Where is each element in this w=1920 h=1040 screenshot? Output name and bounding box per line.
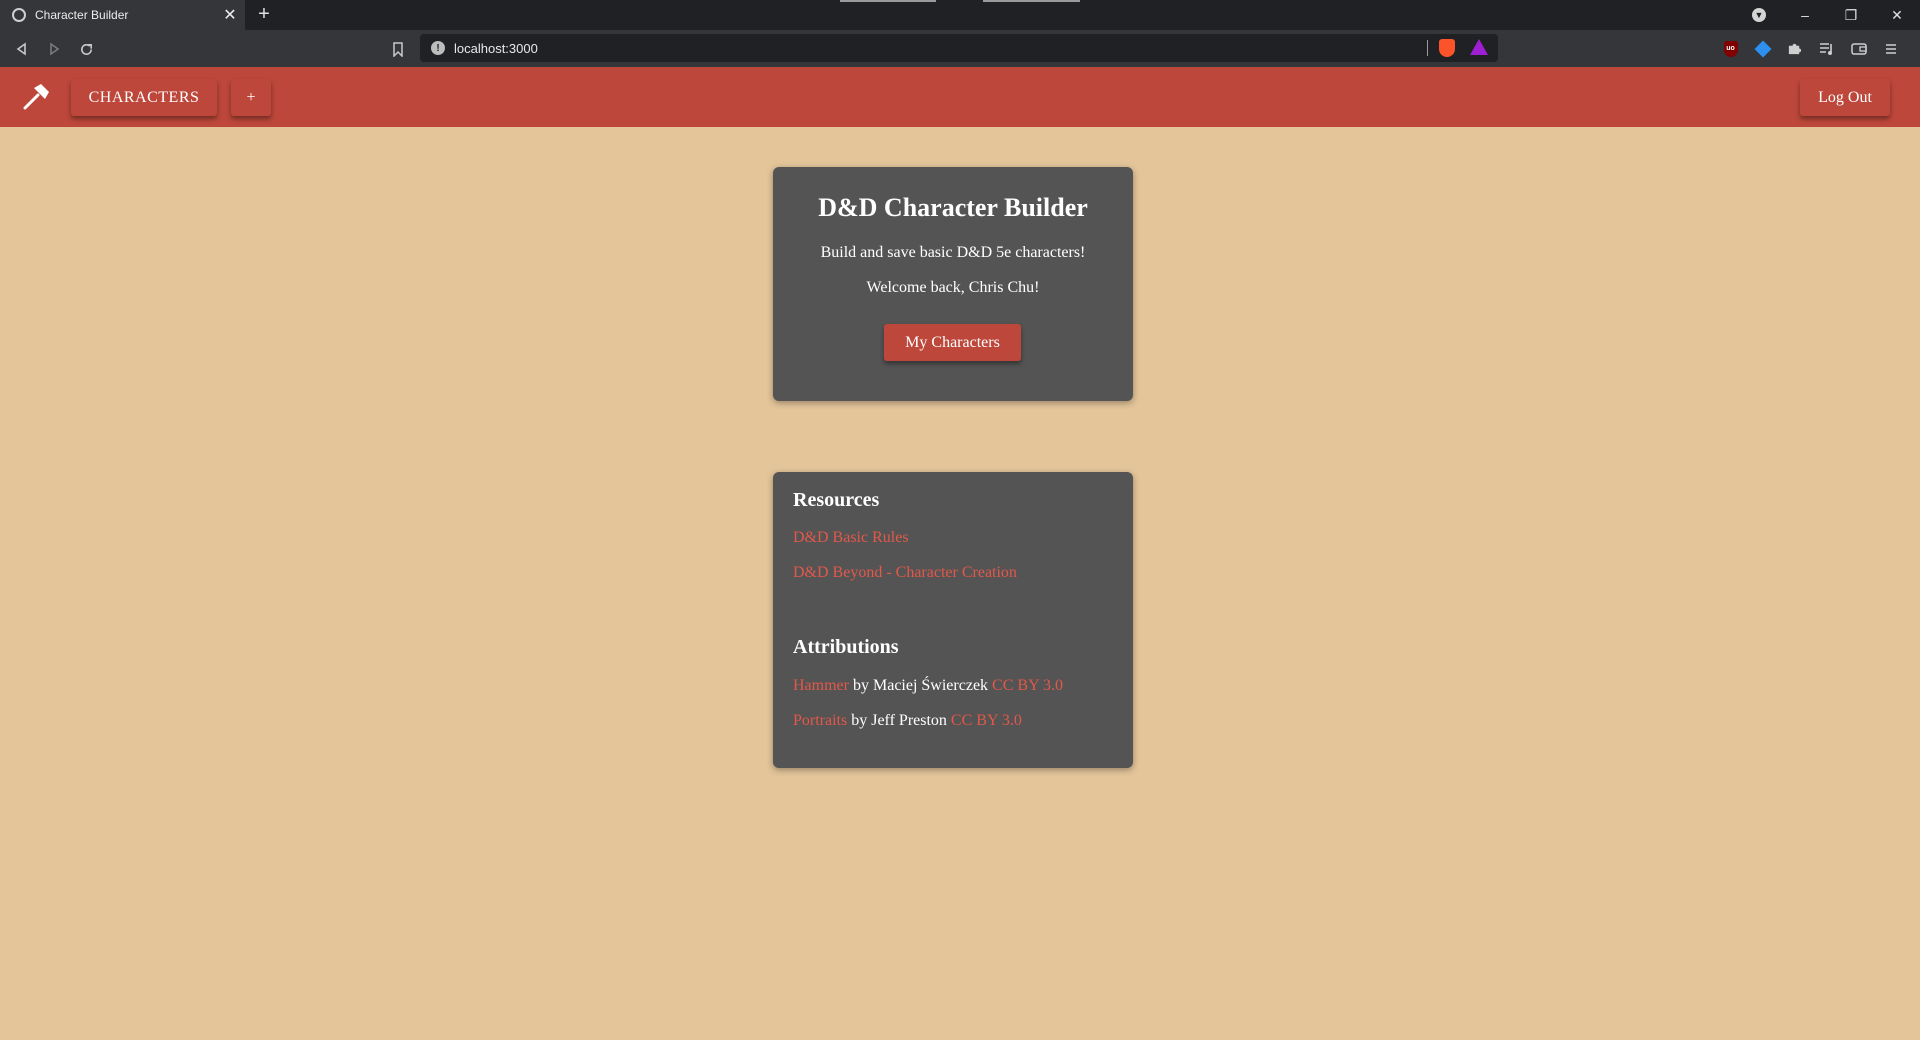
close-window-button[interactable]: ✕ — [1874, 0, 1920, 30]
puzzle-piece-icon — [1788, 43, 1802, 55]
playlist-icon — [1819, 42, 1832, 55]
extensions-area: uo — [1720, 38, 1901, 59]
tab-search-button[interactable]: ▼ — [1736, 0, 1782, 30]
license-link[interactable]: CC BY 3.0 — [992, 677, 1063, 694]
new-tab-button[interactable]: + — [253, 3, 275, 26]
forward-arrow-icon — [50, 42, 60, 56]
add-character-button[interactable]: + — [231, 79, 271, 116]
resources-card: Resources D&D Basic Rules D&D Beyond - C… — [773, 472, 1133, 768]
basic-rules-link[interactable]: D&D Basic Rules — [793, 529, 909, 547]
brave-rewards-icon[interactable] — [1470, 39, 1488, 55]
back-arrow-icon — [16, 42, 26, 56]
bookmark-button[interactable] — [387, 38, 409, 60]
address-divider — [1427, 40, 1428, 56]
forward-button[interactable] — [43, 38, 65, 60]
home-button[interactable] — [20, 81, 52, 113]
attribution-line: Portraits by Jeff Preston CC BY 3.0 — [793, 712, 1022, 730]
tab-title: Character Builder — [35, 8, 129, 22]
gem-extension-button[interactable] — [1752, 38, 1773, 59]
extensions-button[interactable] — [1784, 38, 1805, 59]
address-text[interactable]: localhost:3000 — [454, 41, 538, 56]
hammer-icon — [23, 84, 49, 110]
chevron-down-icon: ▼ — [1752, 8, 1766, 22]
license-link[interactable]: CC BY 3.0 — [951, 712, 1022, 729]
attribution-author: by Jeff Preston — [847, 712, 951, 729]
resources-heading: Resources — [793, 489, 880, 511]
address-bar[interactable]: ! localhost:3000 — [420, 34, 1498, 62]
back-button[interactable] — [11, 38, 33, 60]
attributions-heading: Attributions — [793, 636, 899, 658]
hamburger-menu-icon — [1885, 43, 1896, 54]
drag-region-indicator — [983, 0, 1080, 2]
reload-icon — [80, 43, 92, 55]
browser-menu-button[interactable] — [1880, 38, 1901, 59]
characters-nav-button[interactable]: CHARACTERS — [71, 79, 217, 116]
page-title: D&D Character Builder — [818, 193, 1088, 222]
minimize-button[interactable]: – — [1782, 0, 1828, 30]
my-characters-button[interactable]: My Characters — [884, 324, 1021, 361]
gem-icon — [1754, 40, 1771, 57]
bookmark-icon — [393, 41, 403, 57]
ublock-extension-button[interactable]: uo — [1720, 38, 1741, 59]
attribution-line: Hammer by Maciej Świerczek CC BY 3.0 — [793, 677, 1063, 695]
attribution-author: by Maciej Świerczek — [848, 677, 993, 694]
browser-toolbar: ! localhost:3000 uo — [0, 30, 1920, 67]
app-header: CHARACTERS + Log Out — [0, 67, 1920, 127]
drag-region-indicator — [840, 0, 936, 2]
reload-button[interactable] — [75, 38, 97, 60]
brave-shields-icon[interactable] — [1439, 39, 1455, 57]
ublock-icon: uo — [1723, 40, 1738, 57]
tab-close-icon[interactable]: ✕ — [219, 5, 241, 25]
hammer-attribution-link[interactable]: Hammer — [793, 677, 849, 694]
playlist-button[interactable] — [1816, 38, 1837, 59]
window-controls: ▼ – ❐ ✕ — [1736, 0, 1920, 30]
portraits-attribution-link[interactable]: Portraits — [793, 712, 847, 729]
wallet-button[interactable] — [1848, 38, 1869, 59]
restore-button[interactable]: ❐ — [1828, 0, 1874, 30]
hero-subtitle: Build and save basic D&D 5e characters! — [820, 244, 1086, 261]
browser-tab-bar: Character Builder ✕ + ▼ – ❐ ✕ — [0, 0, 1920, 30]
logout-button[interactable]: Log Out — [1800, 79, 1890, 116]
dnd-beyond-link[interactable]: D&D Beyond - Character Creation — [793, 564, 1017, 582]
tab-favicon-icon — [12, 8, 26, 22]
welcome-card: D&D Character Builder Build and save bas… — [773, 167, 1133, 401]
browser-tab[interactable]: Character Builder ✕ — [0, 0, 245, 30]
wallet-icon — [1850, 42, 1867, 55]
welcome-message: Welcome back, Chris Chu! — [866, 279, 1040, 296]
site-info-icon[interactable]: ! — [431, 41, 445, 55]
